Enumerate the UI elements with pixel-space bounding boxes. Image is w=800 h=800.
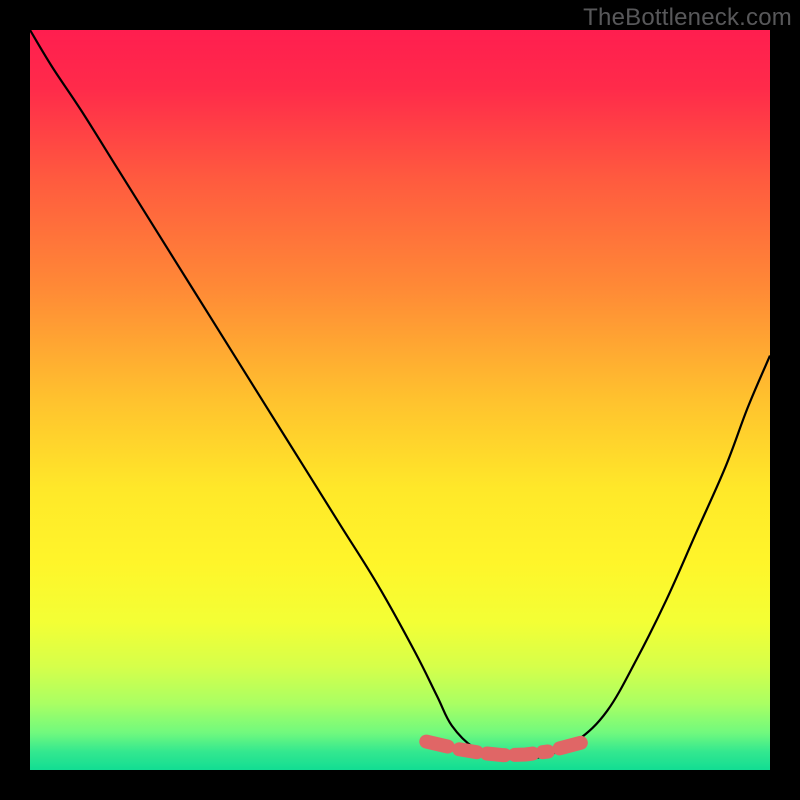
gradient-rect xyxy=(30,30,770,770)
chart-frame: TheBottleneck.com xyxy=(0,0,800,800)
chart-plot xyxy=(30,30,770,770)
watermark-text: TheBottleneck.com xyxy=(583,4,792,32)
